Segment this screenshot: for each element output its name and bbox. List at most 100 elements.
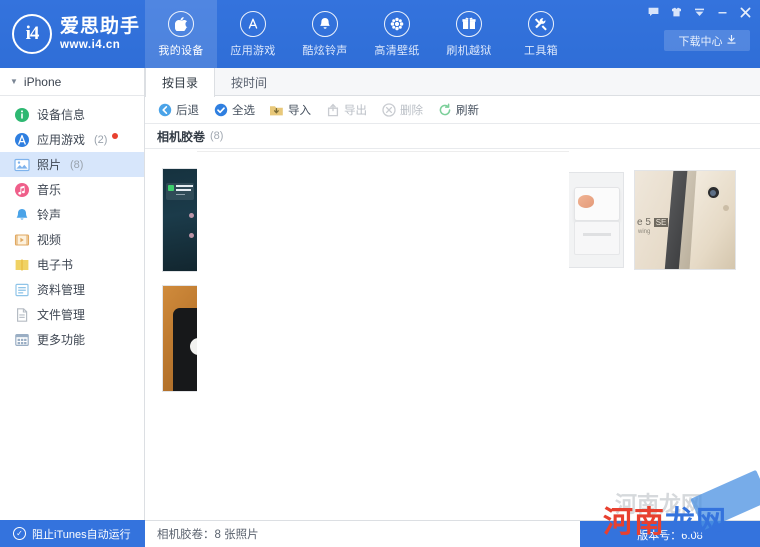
- sidebar-item-8[interactable]: 资料管理: [0, 277, 144, 302]
- sidebar-item-label: 更多功能: [37, 333, 86, 347]
- toolbar-button-label: 导出: [344, 104, 367, 117]
- nav-item-4[interactable]: 高清壁纸: [361, 0, 433, 68]
- nav-item-label: 刷机越狱: [446, 44, 492, 57]
- sidebar: ▼ iPhone 设备信息应用游戏 (2) 照片 (8) 音乐铃声视频电子书资料管理文件…: [0, 68, 145, 520]
- export-icon: [325, 102, 340, 117]
- back-icon: [157, 102, 172, 117]
- content-overlay-panel: [197, 152, 569, 520]
- version-label: 版本号：6.08: [580, 521, 760, 547]
- sidebar-item-1[interactable]: 设备信息: [0, 102, 144, 127]
- data-icon: [14, 282, 30, 298]
- block-itunes-label: 阻止iTunes自动运行: [32, 528, 131, 541]
- toolbar-import-button[interactable]: 导入: [269, 102, 311, 118]
- minimize-icon[interactable]: [715, 5, 729, 19]
- sidebar-item-label: 设备信息: [37, 108, 86, 122]
- menu-icon[interactable]: [692, 5, 706, 19]
- nav-item-5[interactable]: 刷机越狱: [433, 0, 505, 68]
- photo-thumbnail[interactable]: [568, 172, 624, 268]
- photo-icon: [14, 157, 30, 173]
- toolbar-button-label: 后退: [176, 104, 199, 117]
- view-tab-label: 按时间: [231, 75, 268, 90]
- device-selector[interactable]: ▼ iPhone: [0, 68, 144, 96]
- download-arrow-icon: [726, 33, 736, 47]
- toolbar-button-label: 导入: [288, 104, 311, 117]
- nav-item-3[interactable]: 酷炫铃声: [289, 0, 361, 68]
- notification-badge: [112, 132, 119, 139]
- book-icon: [14, 257, 30, 273]
- appstore-icon: [240, 10, 266, 37]
- sidebar-item-9[interactable]: 文件管理: [0, 302, 144, 327]
- music-icon: [14, 182, 30, 198]
- import-icon: [269, 102, 284, 117]
- photo-toolbar: 后退 全选 导入 导出 删除 刷新: [145, 96, 760, 124]
- album-header: 相机胶卷 (8): [145, 124, 760, 149]
- download-center-label: 下载中心: [678, 35, 723, 48]
- view-tab-2[interactable]: 按时间: [215, 68, 284, 96]
- sidebar-item-count: (2): [94, 133, 108, 146]
- sidebar-item-10[interactable]: 更多功能: [0, 327, 144, 352]
- sidebar-item-label: 视频: [37, 233, 62, 247]
- nav-item-6[interactable]: 工具箱: [505, 0, 577, 68]
- sidebar-item-count: (8): [70, 158, 84, 171]
- sidebar-item-label: 电子书: [37, 258, 74, 272]
- info-icon: [14, 107, 30, 123]
- photo-thumbnail[interactable]: [162, 285, 198, 392]
- toolbar-button-label: 刷新: [456, 104, 479, 117]
- block-itunes-toggle[interactable]: ✓ 阻止iTunes自动运行: [0, 520, 145, 547]
- feedback-icon[interactable]: [646, 5, 660, 19]
- toolbar-back-button[interactable]: 后退: [157, 102, 199, 118]
- toolbar-delete-button: 删除: [381, 102, 423, 118]
- view-tab-1[interactable]: 按目录: [145, 68, 216, 97]
- bell-icon: [312, 10, 338, 37]
- version-text: 版本号：6.08: [637, 529, 703, 542]
- nav-item-label: 应用游戏: [230, 44, 276, 57]
- window-controls: [646, 4, 752, 20]
- sidebar-list: 设备信息应用游戏 (2) 照片 (8) 音乐铃声视频电子书资料管理文件管理更多功能: [0, 96, 144, 352]
- toolbar-button-label: 删除: [400, 104, 423, 117]
- box-icon: [456, 10, 482, 37]
- tools-icon: [528, 10, 554, 37]
- photo-thumbnail[interactable]: e 5 SE wing: [634, 170, 736, 270]
- toolbar-refresh-button[interactable]: 刷新: [437, 102, 479, 118]
- device-name: iPhone: [23, 74, 62, 89]
- album-count: (8): [210, 130, 224, 142]
- sidebar-item-4[interactable]: 音乐: [0, 177, 144, 202]
- app-logo: i4 爱思助手 www.i4.cn: [0, 0, 145, 68]
- select-all-icon: [213, 102, 228, 117]
- sidebar-item-3[interactable]: 照片 (8): [0, 152, 144, 177]
- sidebar-item-label: 资料管理: [37, 283, 86, 297]
- file-icon: [14, 307, 30, 323]
- view-tabs: 按目录 按时间: [145, 68, 760, 97]
- sidebar-item-label: 音乐: [37, 183, 62, 197]
- sidebar-item-label: 铃声: [37, 208, 62, 222]
- nav-item-1[interactable]: 我的设备: [145, 0, 217, 68]
- chevron-down-icon: ▼: [10, 76, 18, 86]
- more-icon: [14, 332, 30, 348]
- delete-icon: [381, 102, 396, 117]
- main-nav: 我的设备 应用游戏 酷炫铃声 高清壁纸 刷机越狱 工具箱: [145, 0, 577, 68]
- flower-icon: [384, 10, 410, 37]
- status-bar: 相机胶卷：8 张照片 版本号：6.08: [145, 520, 760, 547]
- close-icon[interactable]: [738, 5, 752, 19]
- toolbar-button-label: 全选: [232, 104, 255, 117]
- video-icon: [14, 232, 30, 248]
- sidebar-item-5[interactable]: 铃声: [0, 202, 144, 227]
- logo-mark-icon: i4: [12, 14, 52, 54]
- view-tab-label: 按目录: [162, 76, 199, 90]
- logo-title: 爱思助手: [60, 16, 141, 37]
- sidebar-item-label: 应用游戏: [37, 133, 86, 147]
- photo-thumbnail[interactable]: [162, 168, 198, 272]
- appstore-icon: [14, 132, 30, 148]
- sidebar-item-6[interactable]: 视频: [0, 227, 144, 252]
- sidebar-item-label: 照片: [37, 158, 62, 172]
- bell-icon: [14, 207, 30, 223]
- sidebar-item-7[interactable]: 电子书: [0, 252, 144, 277]
- sidebar-item-2[interactable]: 应用游戏 (2): [0, 127, 144, 152]
- nav-item-label: 酷炫铃声: [302, 44, 348, 57]
- skin-icon[interactable]: [669, 5, 683, 19]
- sidebar-item-label: 文件管理: [37, 308, 86, 322]
- toolbar-export-button: 导出: [325, 102, 367, 118]
- nav-item-2[interactable]: 应用游戏: [217, 0, 289, 68]
- download-center-button[interactable]: 下载中心: [664, 30, 750, 51]
- toolbar-select-all-button[interactable]: 全选: [213, 102, 255, 118]
